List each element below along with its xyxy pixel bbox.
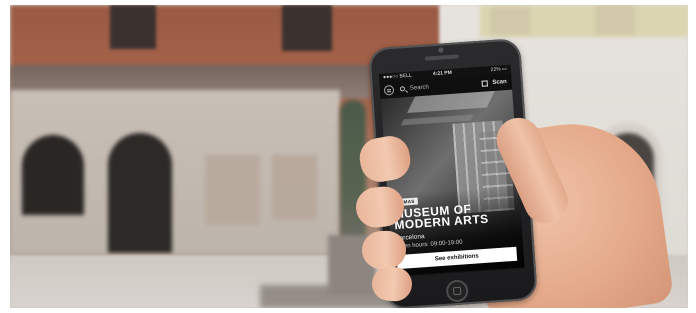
wall-panel (205, 155, 260, 225)
scan-icon (481, 80, 488, 87)
scan-button[interactable]: Scan (492, 74, 507, 91)
menu-icon[interactable] (383, 84, 395, 96)
search-icon (399, 86, 406, 92)
front-camera-icon (438, 47, 444, 53)
speaker-grille (424, 54, 459, 61)
building-window (110, 5, 156, 49)
home-square-icon (452, 286, 462, 296)
building-window (282, 5, 332, 51)
finger (361, 230, 407, 270)
building-window (490, 7, 530, 35)
wall-panel (272, 155, 317, 220)
home-button[interactable] (445, 279, 469, 303)
photo-scene: ●●●○○ BELL 4:21 PM 22% ▭ Search Scan MOM… (10, 5, 688, 308)
arch-doorway (22, 135, 84, 215)
arch-doorway (108, 133, 172, 253)
building-window (595, 5, 635, 35)
search-input[interactable]: Search (409, 79, 429, 96)
